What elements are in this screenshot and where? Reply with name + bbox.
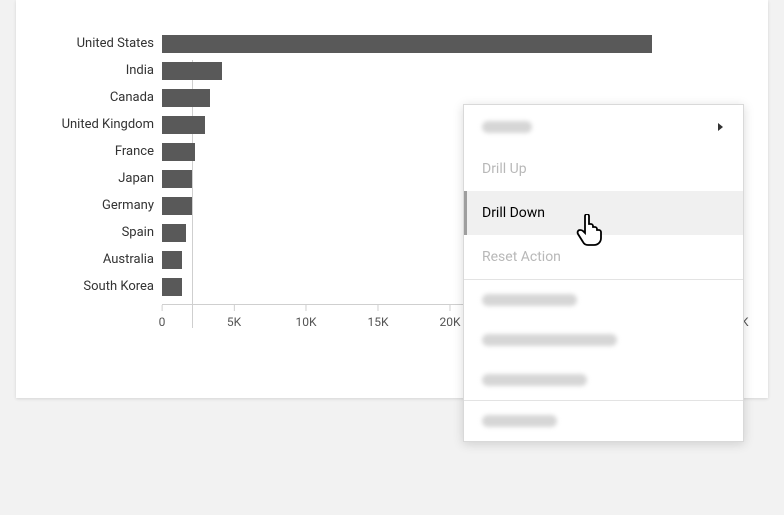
menu-label: Drill Down (482, 205, 545, 221)
menu-item-reset-action: Reset Action (464, 235, 743, 279)
y-category-label: Japan (46, 171, 162, 186)
menu-item-explore[interactable]: Explore (464, 401, 743, 441)
bar-spain[interactable] (162, 224, 186, 242)
y-category-label: South Korea (46, 279, 162, 294)
menu-item-sort-by[interactable]: Sort By (464, 107, 743, 147)
bar-south-korea[interactable] (162, 278, 182, 296)
y-category-label: Australia (46, 252, 162, 267)
bar-united-states[interactable] (162, 35, 652, 53)
menu-label-blurred: Download CSV (Excel) (482, 334, 617, 346)
menu-label-blurred: Explore (482, 415, 557, 427)
menu-item-download-csv[interactable]: Download CSV (464, 280, 743, 320)
menu-item-drill-down[interactable]: Drill Down (464, 191, 743, 235)
y-category-label: France (46, 144, 162, 159)
menu-label-blurred: Download CSV (482, 294, 577, 306)
bar-united-kingdom[interactable] (162, 116, 205, 134)
bar-germany[interactable] (162, 197, 192, 215)
x-tick-label: 20K (439, 305, 460, 329)
chevron-right-icon (717, 122, 725, 132)
menu-label-blurred: Export to Sheets (482, 374, 587, 386)
y-category-label: Spain (46, 225, 162, 240)
y-category-label: United States (46, 36, 162, 51)
x-tick-label: 5K (227, 305, 241, 329)
menu-label: Drill Up (482, 161, 527, 177)
menu-label: Reset Action (482, 249, 561, 265)
y-category-label: United Kingdom (46, 117, 162, 132)
bar-australia[interactable] (162, 251, 182, 269)
bar-japan[interactable] (162, 170, 192, 188)
x-tick-label: 10K (295, 305, 316, 329)
bar-france[interactable] (162, 143, 195, 161)
y-category-label: India (46, 63, 162, 78)
menu-item-download-csv-excel[interactable]: Download CSV (Excel) (464, 320, 743, 360)
bar-india[interactable] (162, 62, 222, 80)
y-category-label: Canada (46, 90, 162, 105)
y-category-label: Germany (46, 198, 162, 213)
menu-label-blurred: Sort By (482, 121, 532, 133)
menu-item-drill-up: Drill Up (464, 147, 743, 191)
context-menu: Sort By Drill Up Drill Down Reset Action… (463, 104, 744, 442)
x-tick-label: 15K (367, 305, 388, 329)
x-tick-label: 0 (159, 305, 166, 329)
bar-canada[interactable] (162, 89, 210, 107)
menu-item-export-sheets[interactable]: Export to Sheets (464, 360, 743, 400)
